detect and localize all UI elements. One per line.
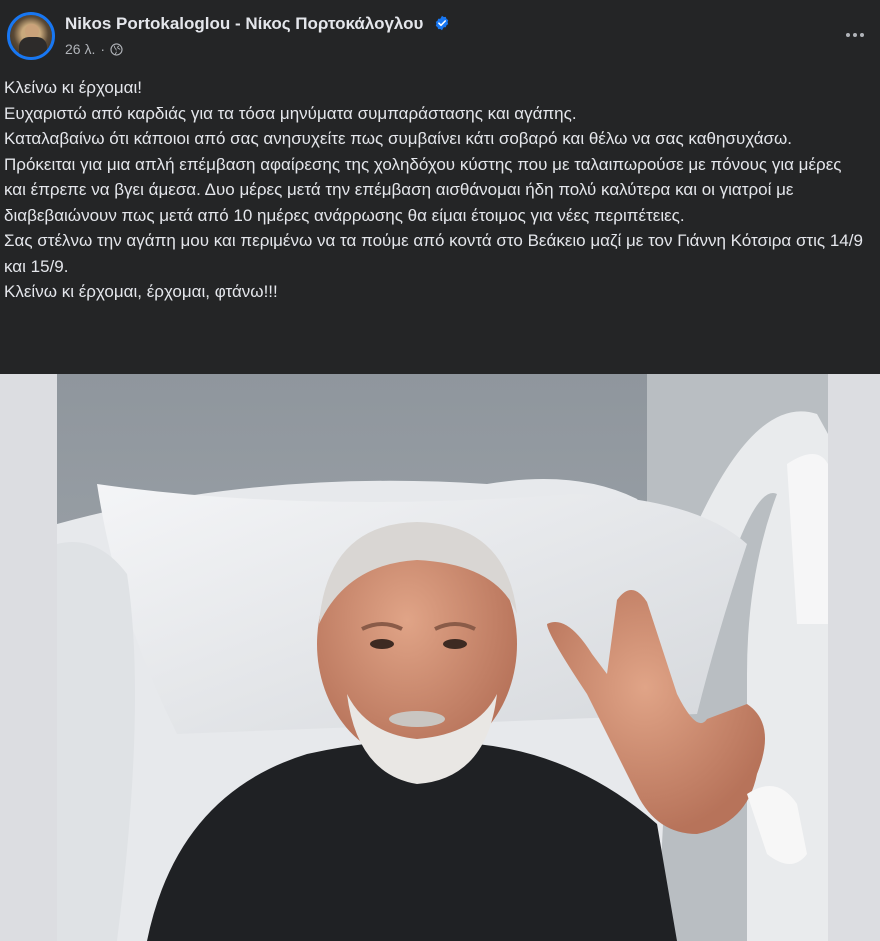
more-options-dot (853, 33, 857, 37)
more-options-dot (846, 33, 850, 37)
post-text: Κλείνω κι έρχομαι! Ευχαριστώ από καρδιάς… (4, 75, 864, 305)
facebook-post: Nikos Portokaloglou - Νίκος Πορτοκάλογλο… (0, 0, 880, 941)
author-name-link[interactable]: Nikos Portokaloglou - Νίκος Πορτοκάλογλο… (65, 14, 450, 34)
avatar-head (25, 24, 39, 38)
post-timestamp[interactable]: 26 λ. (65, 41, 95, 57)
post-photo-container (0, 374, 880, 941)
post-text-line: Κλείνω κι έρχομαι! (4, 78, 142, 97)
post-text-line: Κλείνω κι έρχομαι, έρχομαι, φτάνω!!! (4, 282, 278, 301)
verified-badge-icon (435, 15, 449, 31)
meta-separator: · (100, 41, 106, 57)
post-text-line: Σας στέλνω την αγάπη μου και περιμένω να… (4, 231, 863, 276)
author-avatar[interactable] (7, 12, 55, 60)
hospital-selfie-illustration (57, 374, 828, 941)
more-options-button[interactable] (840, 20, 870, 50)
post-meta: 26 λ. · (65, 41, 123, 57)
post-text-line: Καταλαβαίνω ότι κάποιοι από σας ανησυχεί… (4, 129, 793, 148)
post-photo[interactable] (57, 374, 828, 941)
post-text-line: Ευχαριστώ από καρδιάς για τα τόσα μηνύμα… (4, 103, 577, 123)
post-header: Nikos Portokaloglou - Νίκος Πορτοκάλογλο… (0, 0, 880, 64)
avatar-body (19, 37, 47, 57)
author-name: Nikos Portokaloglou - Νίκος Πορτοκάλογλο… (65, 14, 424, 33)
more-options-dot (860, 33, 864, 37)
post-text-line: Πρόκειται για μια απλή επέμβαση αφαίρεση… (4, 154, 842, 225)
globe-icon[interactable] (110, 42, 123, 56)
